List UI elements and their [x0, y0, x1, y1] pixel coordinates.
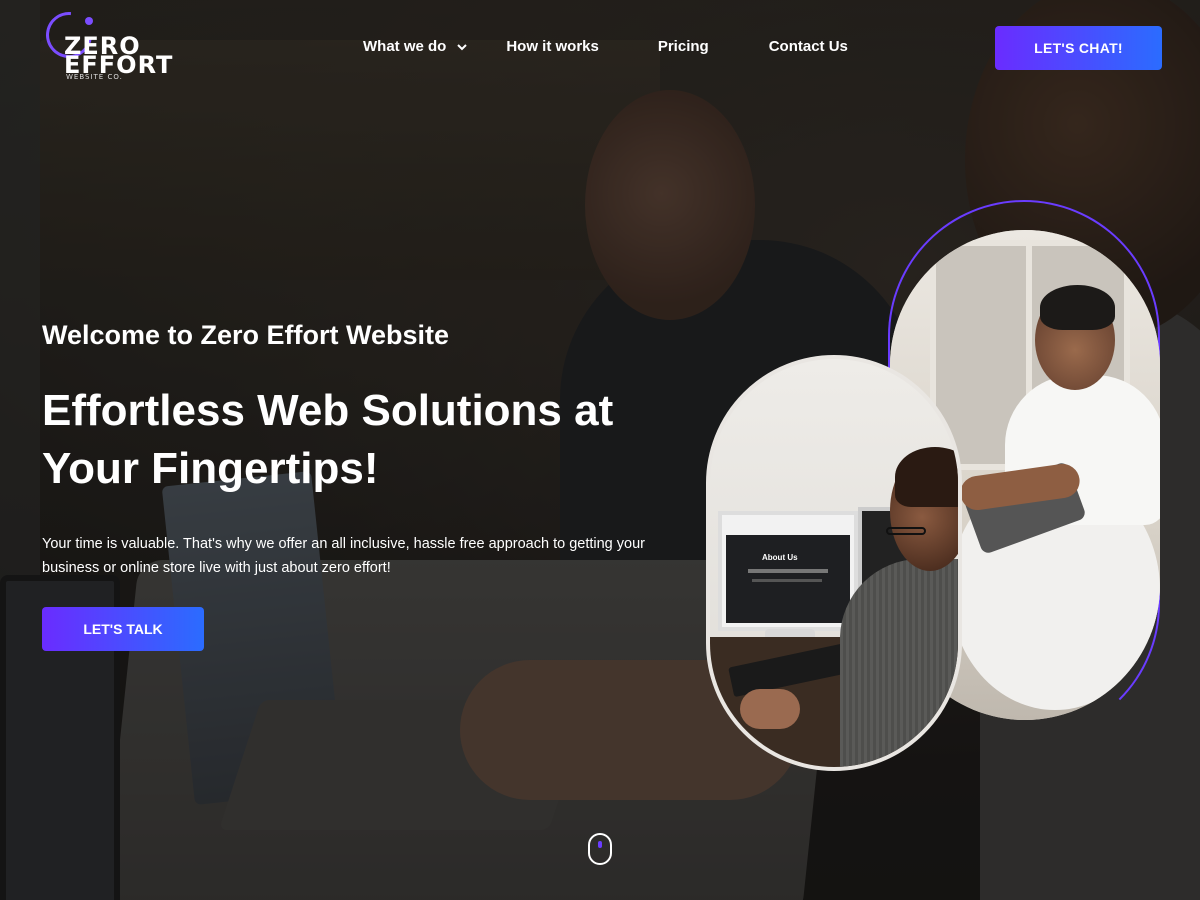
lets-chat-button[interactable]: LET'S CHAT!	[995, 26, 1162, 70]
nav-item-contact-us[interactable]: Contact Us	[769, 38, 848, 55]
monitor-illustration: About Us	[718, 511, 858, 631]
hero-welcome: Welcome to Zero Effort Website	[42, 320, 450, 350]
hair-illustration	[895, 447, 958, 507]
capsule-image-man-at-computer: About Us	[706, 355, 962, 771]
lets-talk-button[interactable]: LET'S TALK	[42, 607, 204, 651]
monitor-screen-text: About Us	[762, 553, 798, 562]
hand-illustration	[740, 689, 800, 729]
logo-subtext: WEBSITE CO.	[66, 73, 123, 81]
nav-item-label: Contact Us	[768, 38, 848, 55]
glasses-illustration	[886, 527, 926, 535]
hero-headline: Effortless Web Solutions at Your Fingert…	[42, 386, 614, 493]
nav-item-label: What we do	[363, 38, 447, 55]
hero-description: Your time is valuable. That's why we off…	[42, 536, 645, 576]
nav-item-pricing[interactable]: Pricing	[658, 38, 709, 55]
nav-item-how-it-works[interactable]: How it works	[506, 38, 599, 55]
hair-bun-illustration	[1040, 285, 1115, 330]
nav-item-label: How it works	[506, 38, 599, 55]
nav-item-what-we-do[interactable]: What we do	[363, 38, 468, 55]
scroll-wheel-dot	[598, 841, 602, 848]
chevron-down-icon	[457, 43, 468, 50]
nav-item-label: Pricing	[657, 38, 709, 55]
brand-logo[interactable]: ZERO EFFORT WEBSITE CO.	[36, 2, 214, 84]
main-nav: What we do How it works Pricing Contact …	[363, 38, 848, 55]
mouse-scroll-icon[interactable]	[588, 833, 612, 865]
logo-dot-icon	[85, 17, 93, 25]
sweater-illustration	[840, 559, 958, 767]
